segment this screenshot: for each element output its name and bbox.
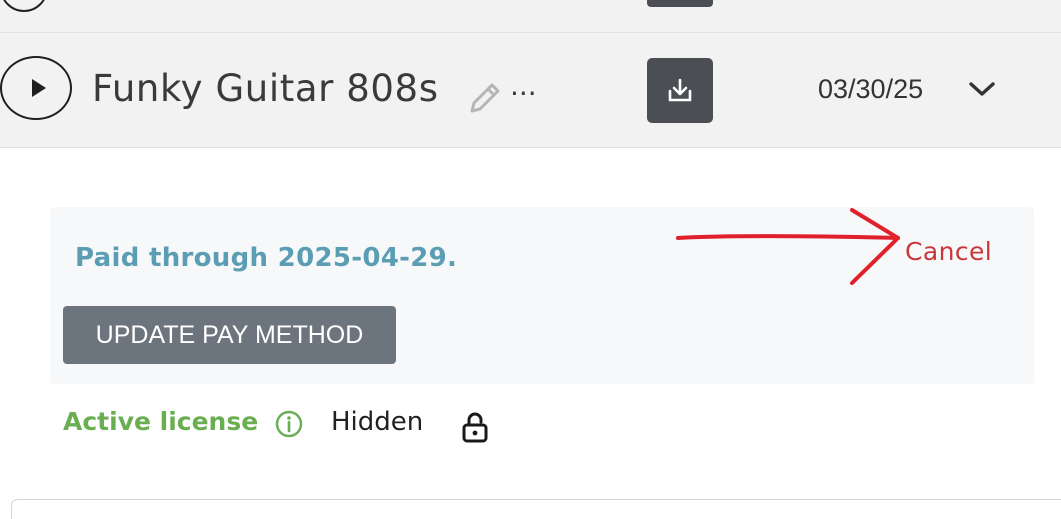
update-pay-method-button[interactable]: UPDATE PAY METHOD: [63, 306, 396, 364]
title-ellipsis: ...: [510, 69, 537, 102]
red-arrow: [676, 208, 900, 285]
lock-icon[interactable]: [461, 411, 489, 443]
play-icon: [32, 79, 46, 97]
previous-play-button[interactable]: [0, 0, 48, 12]
active-license-label: Active license: [63, 407, 259, 436]
page: Funky Guitar 808s ... 03/30/25 Paid thro…: [0, 0, 1061, 519]
track-title: Funky Guitar 808s: [92, 67, 439, 110]
pencil-icon[interactable]: [466, 79, 504, 117]
paid-through-text: Paid through 2025-04-29.: [75, 243, 458, 273]
next-section-box: [11, 499, 1061, 519]
previous-download-button[interactable]: [647, 0, 713, 7]
play-button[interactable]: [0, 56, 72, 120]
previous-track-row: [0, 0, 1061, 33]
info-icon[interactable]: [274, 409, 304, 439]
download-button[interactable]: [647, 58, 713, 123]
cancel-link[interactable]: Cancel: [905, 237, 992, 266]
track-row: Funky Guitar 808s ... 03/30/25: [0, 33, 1061, 148]
download-icon: [668, 78, 692, 102]
chevron-down-icon[interactable]: [968, 81, 996, 99]
visibility-label: Hidden: [331, 407, 424, 437]
track-date: 03/30/25: [818, 74, 924, 104]
